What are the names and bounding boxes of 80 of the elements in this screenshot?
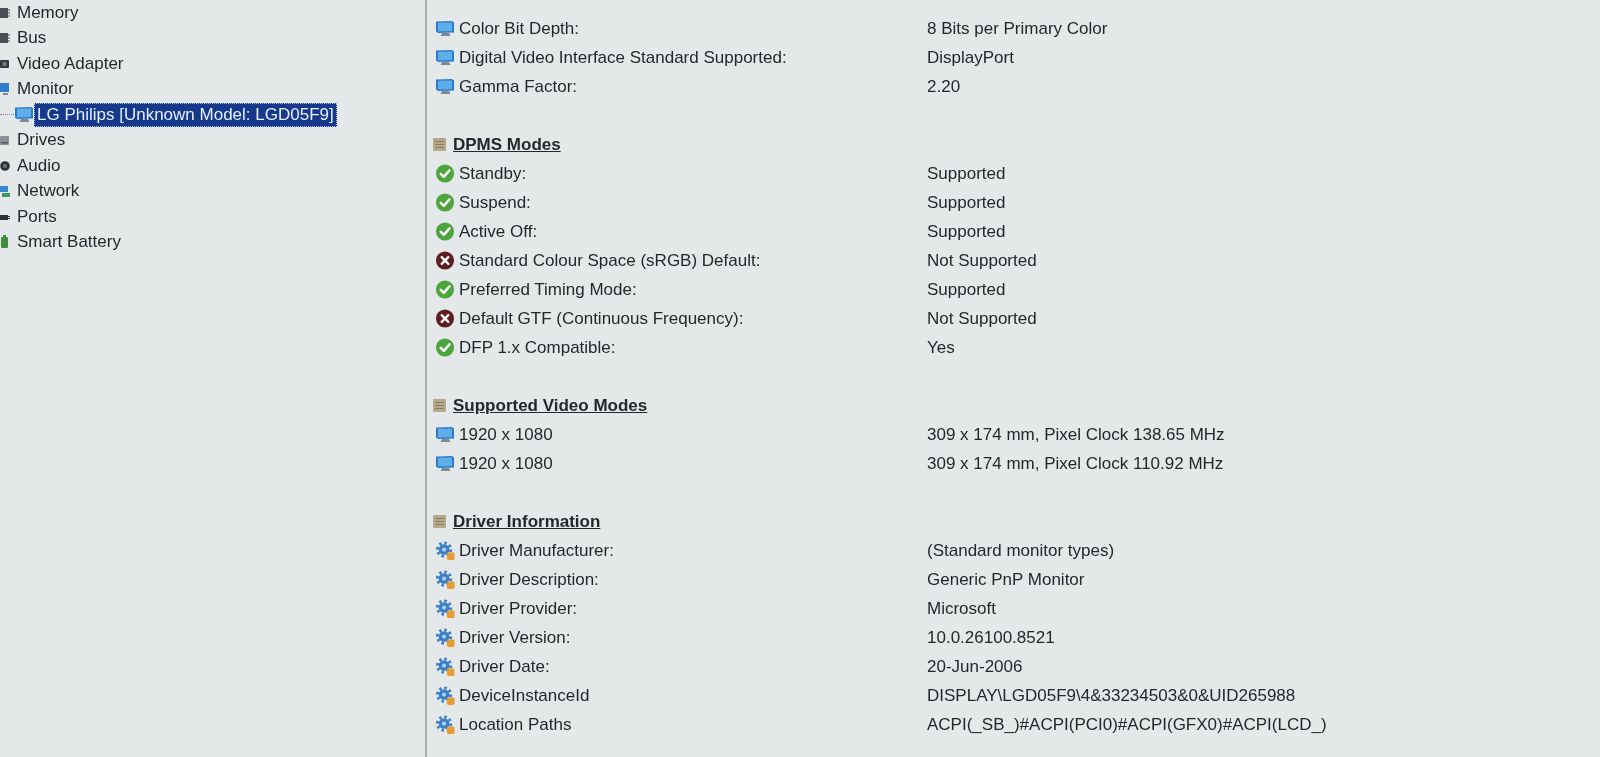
property-value: 10.0.26100.8521 — [927, 627, 1056, 648]
property-value: Supported — [927, 221, 1007, 242]
gear-icon — [435, 541, 455, 560]
property-label: DFP 1.x Compatible: — [459, 337, 617, 358]
property-label: Gamma Factor: — [459, 76, 579, 97]
property-value: ACPI(_SB_)#ACPI(PCI0)#ACPI(GFX0)#ACPI(LCD_) — [927, 714, 1328, 735]
property-value: 309 x 174 mm, Pixel Clock 110.92 MHz — [927, 453, 1225, 474]
property-label: Digital Video Interface Standard Supported: — [459, 47, 788, 68]
property-label: 1920 x 1080 — [459, 424, 554, 445]
property-label: 1920 x 1080 — [459, 453, 554, 474]
tree-item[interactable]: Drives — [14, 128, 69, 153]
property-label: Driver Manufacturer: — [459, 540, 615, 561]
check-circle-icon — [435, 164, 455, 183]
speaker-icon — [0, 158, 10, 173]
check-circle-icon — [435, 193, 455, 212]
cross-circle-icon — [435, 309, 455, 328]
section-heading: DPMS Modes — [453, 134, 561, 155]
property-value: 8 Bits per Primary Color — [927, 18, 1109, 39]
tree-item[interactable]: Network — [14, 179, 83, 204]
gear-icon — [435, 599, 455, 618]
property-label: Suspend: — [459, 192, 532, 213]
tree-item[interactable]: Bus — [14, 26, 50, 51]
tree-item[interactable]: LG Philips [Unknown Model: LGD05F9] — [34, 102, 337, 127]
property-value: Not Supported — [927, 250, 1038, 271]
property-label: Preferred Timing Mode: — [459, 279, 638, 300]
property-value: Not Supported — [927, 308, 1038, 329]
property-value: 309 x 174 mm, Pixel Clock 138.65 MHz — [927, 424, 1226, 445]
check-circle-icon — [435, 222, 455, 241]
property-value: (Standard monitor types) — [927, 540, 1116, 561]
property-value: Supported — [927, 279, 1007, 300]
gear-icon — [435, 570, 455, 589]
chip-icon — [0, 5, 10, 20]
monitor-icon — [435, 48, 455, 67]
drive-icon — [0, 133, 10, 148]
tree-item[interactable]: Smart Battery — [14, 230, 124, 255]
gear-icon — [435, 628, 455, 647]
square-icon — [433, 138, 446, 151]
tree-item[interactable]: Ports — [14, 204, 60, 229]
square-icon — [433, 399, 446, 412]
property-label: DeviceInstanceId — [459, 685, 591, 706]
property-label: Color Bit Depth: — [459, 18, 580, 39]
property-label: Standby: — [459, 163, 528, 184]
gear-icon — [435, 686, 455, 705]
property-label: Active Off: — [459, 221, 539, 242]
network-icon — [0, 184, 10, 199]
monitor-icon — [435, 454, 455, 473]
property-value: Yes — [927, 337, 956, 358]
property-value: 20-Jun-2006 — [927, 656, 1024, 677]
gear-icon — [435, 657, 455, 676]
gear-icon — [435, 715, 455, 734]
square-icon — [433, 515, 446, 528]
monitor-icon — [0, 82, 10, 97]
property-label: Default GTF (Continuous Frequency): — [459, 308, 745, 329]
check-circle-icon — [435, 338, 455, 357]
tree-item[interactable]: Memory — [14, 0, 82, 25]
section-heading: Supported Video Modes — [453, 395, 648, 416]
tree-item[interactable]: Video Adapter — [14, 51, 127, 76]
property-value: DisplayPort — [927, 47, 1015, 68]
section-heading: Driver Information — [453, 511, 601, 532]
monitor-icon — [435, 77, 455, 96]
chip-icon — [0, 31, 10, 46]
property-value: Supported — [927, 163, 1007, 184]
cross-circle-icon — [435, 251, 455, 270]
property-value: DISPLAY\LGD05F9\4&33234503&0&UID265988 — [927, 685, 1297, 706]
tree-item[interactable]: Monitor — [14, 77, 77, 102]
check-circle-icon — [435, 280, 455, 299]
tree-item[interactable]: Audio — [14, 153, 64, 178]
property-label: Driver Description: — [459, 569, 600, 590]
property-label: Driver Provider: — [459, 598, 579, 619]
monitor-icon — [435, 19, 455, 38]
property-value: 2.20 — [927, 76, 962, 97]
property-value: Supported — [927, 192, 1007, 213]
property-label: Driver Date: — [459, 656, 551, 677]
property-label: Standard Colour Space (sRGB) Default: — [459, 250, 762, 271]
property-label: Location Paths — [459, 714, 573, 735]
property-label: Driver Version: — [459, 627, 572, 648]
property-value: Microsoft — [927, 598, 997, 619]
monitor-icon — [435, 425, 455, 444]
battery-icon — [0, 235, 10, 250]
property-value: Generic PnP Monitor — [927, 569, 1086, 590]
